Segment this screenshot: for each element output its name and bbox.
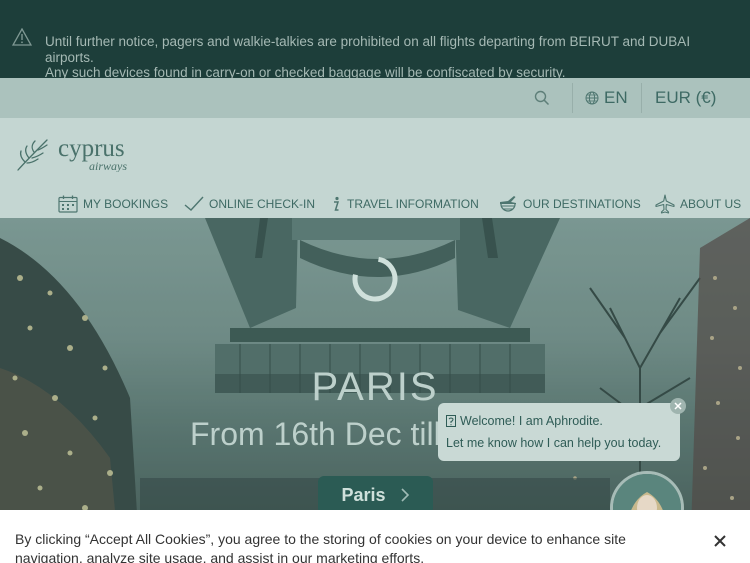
nav-online-check-in[interactable]: ONLINE CHECK-IN — [184, 192, 315, 216]
language-selector[interactable]: EN — [585, 87, 628, 109]
checkmark-icon — [184, 196, 204, 211]
cookie-banner: By clicking “Accept All Cookies”, you ag… — [0, 510, 750, 563]
olive-branch-icon — [17, 139, 48, 171]
hero-cta-label: Paris — [341, 484, 386, 505]
globe-plane-icon — [500, 196, 516, 212]
loading-spinner-icon — [352, 256, 398, 302]
main-nav: MY BOOKINGS ONLINE CHECK-IN TRAVEL INFOR… — [0, 190, 750, 218]
nav-travel-information[interactable]: TRAVEL INFORMATION — [330, 192, 479, 216]
notice-line-1: Until further notice, pagers and walkie-… — [45, 34, 691, 65]
chat-glyph-icon — [446, 415, 456, 427]
nav-label: ABOUT US — [680, 197, 742, 211]
hero-cta-button[interactable]: Paris — [318, 476, 433, 514]
info-icon — [334, 196, 340, 211]
site-header: cyprus airways MY BOOKINGS ONLINE CHECK-… — [0, 118, 750, 218]
nav-label: MY BOOKINGS — [83, 197, 169, 211]
chat-greeting: Welcome! I am Aphrodite. — [460, 414, 603, 428]
warning-icon — [12, 28, 32, 46]
airplane-icon — [655, 194, 675, 214]
currency-selector[interactable]: EUR (€) — [655, 87, 716, 109]
calendar-icon — [58, 195, 78, 213]
chat-greeting-row: Welcome! I am Aphrodite. — [446, 414, 603, 428]
close-icon — [674, 402, 682, 410]
cookie-text: By clicking “Accept All Cookies”, you ag… — [15, 531, 626, 563]
nav-about-us[interactable]: ABOUT US — [655, 192, 741, 216]
brand-logo[interactable]: cyprus airways — [15, 132, 155, 172]
brand-tagline: airways — [89, 159, 127, 172]
divider — [641, 83, 642, 113]
hero-subtitle: From 16th Dec till — [190, 416, 441, 452]
nav-my-bookings[interactable]: MY BOOKINGS — [58, 192, 168, 216]
chat-message: Let me know how I can help you today. — [446, 436, 662, 450]
nav-label: TRAVEL INFORMATION — [347, 197, 479, 211]
divider — [572, 83, 573, 113]
cookie-close-icon[interactable] — [712, 533, 728, 549]
search-icon[interactable] — [534, 90, 550, 106]
chat-bubble[interactable]: Welcome! I am Aphrodite. Let me know how… — [438, 398, 686, 461]
brand-name: cyprus — [58, 135, 125, 162]
currency-label: EUR (€) — [655, 88, 717, 107]
nav-label: ONLINE CHECK-IN — [209, 197, 316, 211]
notice-banner: Until further notice, pagers and walkie-… — [0, 0, 750, 81]
nav-our-destinations[interactable]: OUR DESTINATIONS — [498, 192, 641, 216]
language-label: EN — [604, 88, 628, 107]
globe-icon — [585, 91, 599, 105]
chat-close-button[interactable] — [670, 398, 686, 414]
utility-bar: EN EUR (€) — [0, 78, 750, 118]
notice-text: Until further notice, pagers and walkie-… — [45, 34, 735, 81]
chevron-right-icon — [400, 488, 409, 502]
nav-label: OUR DESTINATIONS — [523, 197, 641, 211]
